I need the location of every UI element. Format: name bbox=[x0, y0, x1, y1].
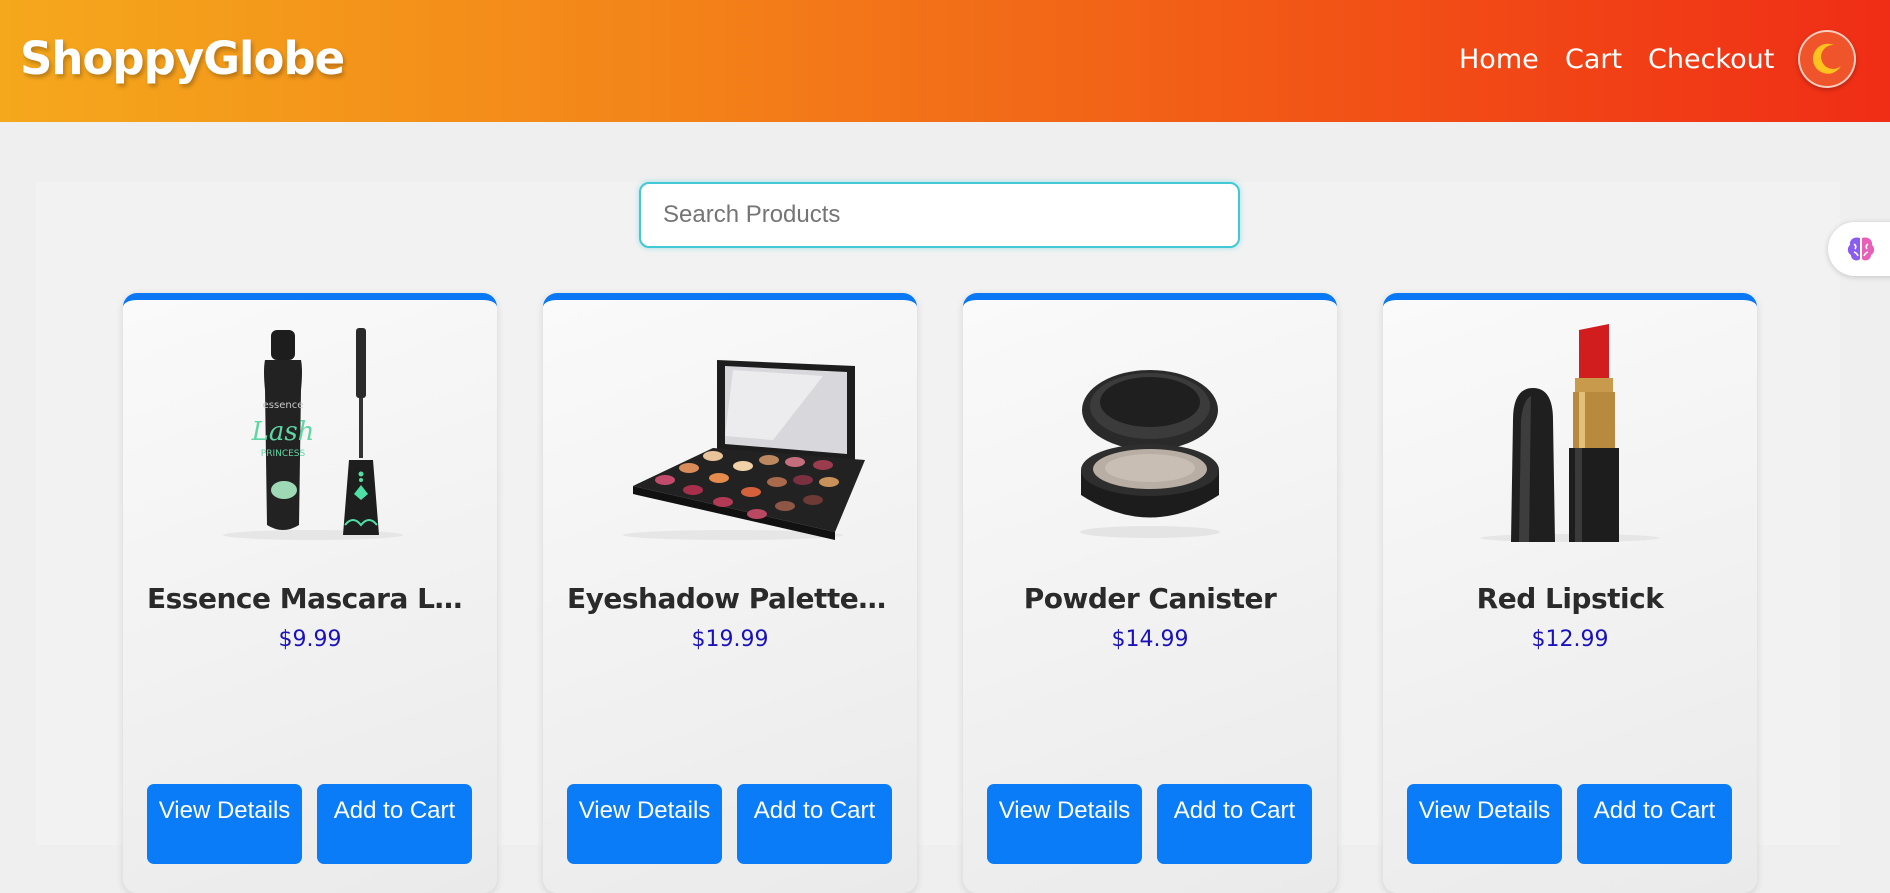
site-header: ShoppyGlobe Home Cart Checkout bbox=[0, 0, 1890, 122]
nav-cart[interactable]: Cart bbox=[1565, 44, 1622, 75]
svg-text:Lash: Lash bbox=[251, 417, 315, 447]
product-image-powder-canister[interactable] bbox=[993, 310, 1307, 542]
product-price: $14.99 bbox=[1111, 627, 1189, 652]
product-image-mascara[interactable]: essence Lash PRINCESS bbox=[153, 310, 467, 542]
product-price: $19.99 bbox=[691, 627, 769, 652]
view-details-button[interactable]: View Details bbox=[567, 784, 722, 864]
view-details-button[interactable]: View Details bbox=[147, 784, 302, 864]
product-price: $12.99 bbox=[1531, 627, 1609, 652]
nav-home[interactable]: Home bbox=[1459, 44, 1539, 75]
svg-text:essence: essence bbox=[263, 400, 304, 411]
product-card: essence Lash PRINCESS Essence Mascara La… bbox=[123, 293, 497, 893]
search-input[interactable] bbox=[639, 182, 1240, 248]
product-title[interactable]: Powder Canister bbox=[963, 582, 1337, 615]
product-title[interactable]: Essence Mascara Lash... bbox=[123, 582, 497, 615]
product-card: Eyeshadow Palette wi... $19.99 View Deta… bbox=[543, 293, 917, 893]
nav-checkout[interactable]: Checkout bbox=[1648, 44, 1774, 75]
add-to-cart-button[interactable]: Add to Cart bbox=[1157, 784, 1312, 864]
theme-toggle-button[interactable] bbox=[1798, 30, 1856, 88]
product-image-eyeshadow-palette[interactable] bbox=[573, 310, 887, 542]
product-image-red-lipstick[interactable] bbox=[1413, 310, 1727, 542]
product-title[interactable]: Eyeshadow Palette wi... bbox=[543, 582, 917, 615]
product-card: Red Lipstick $12.99 View Details Add to … bbox=[1383, 293, 1757, 893]
add-to-cart-button[interactable]: Add to Cart bbox=[737, 784, 892, 864]
product-price: $9.99 bbox=[278, 627, 342, 652]
product-title[interactable]: Red Lipstick bbox=[1383, 582, 1757, 615]
side-assistant-widget[interactable] bbox=[1828, 222, 1890, 276]
brain-icon bbox=[1847, 237, 1875, 261]
brand-logo[interactable]: ShoppyGlobe bbox=[20, 32, 345, 85]
view-details-button[interactable]: View Details bbox=[1407, 784, 1562, 864]
product-card: Powder Canister $14.99 View Details Add … bbox=[963, 293, 1337, 893]
add-to-cart-button[interactable]: Add to Cart bbox=[317, 784, 472, 864]
svg-text:PRINCESS: PRINCESS bbox=[261, 449, 306, 459]
moon-icon bbox=[1812, 43, 1841, 74]
view-details-button[interactable]: View Details bbox=[987, 784, 1142, 864]
add-to-cart-button[interactable]: Add to Cart bbox=[1577, 784, 1732, 864]
